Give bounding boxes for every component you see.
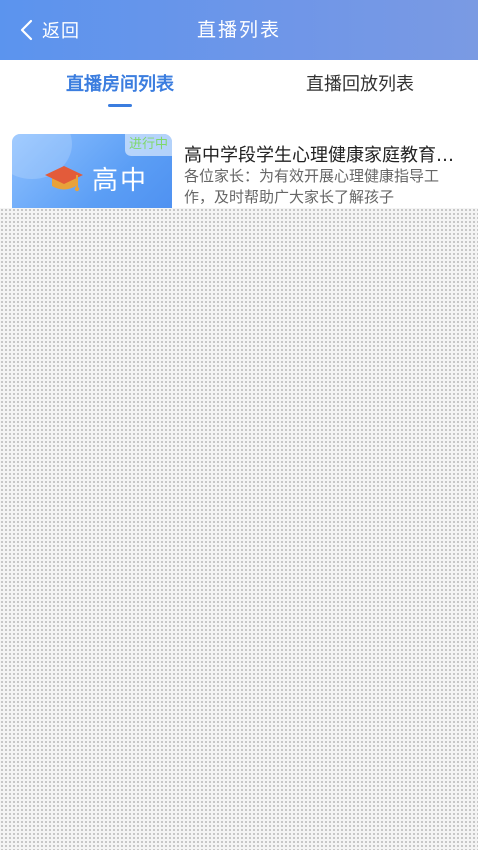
graduation-cap-icon	[45, 166, 83, 192]
header-bar: 返回 直播列表	[0, 0, 478, 60]
tab-live-replays[interactable]: 直播回放列表	[280, 60, 440, 112]
live-room-description: 各位家长：为有效开展心理健康指导工作，及时帮助广大家长了解孩子	[184, 167, 440, 206]
back-label: 返回	[42, 21, 80, 42]
status-badge: 进行中	[124, 134, 172, 156]
back-button[interactable]: 返回	[18, 14, 80, 46]
active-tab-indicator	[108, 104, 132, 107]
tab-bar: 直播房间列表 直播回放列表	[0, 60, 478, 112]
loading-overlay	[0, 208, 478, 850]
chevron-left-icon	[20, 19, 33, 41]
live-room-title[interactable]: 高中学段学生心理健康家庭教育指导直播	[184, 141, 466, 167]
grade-label: 高中	[92, 166, 149, 196]
